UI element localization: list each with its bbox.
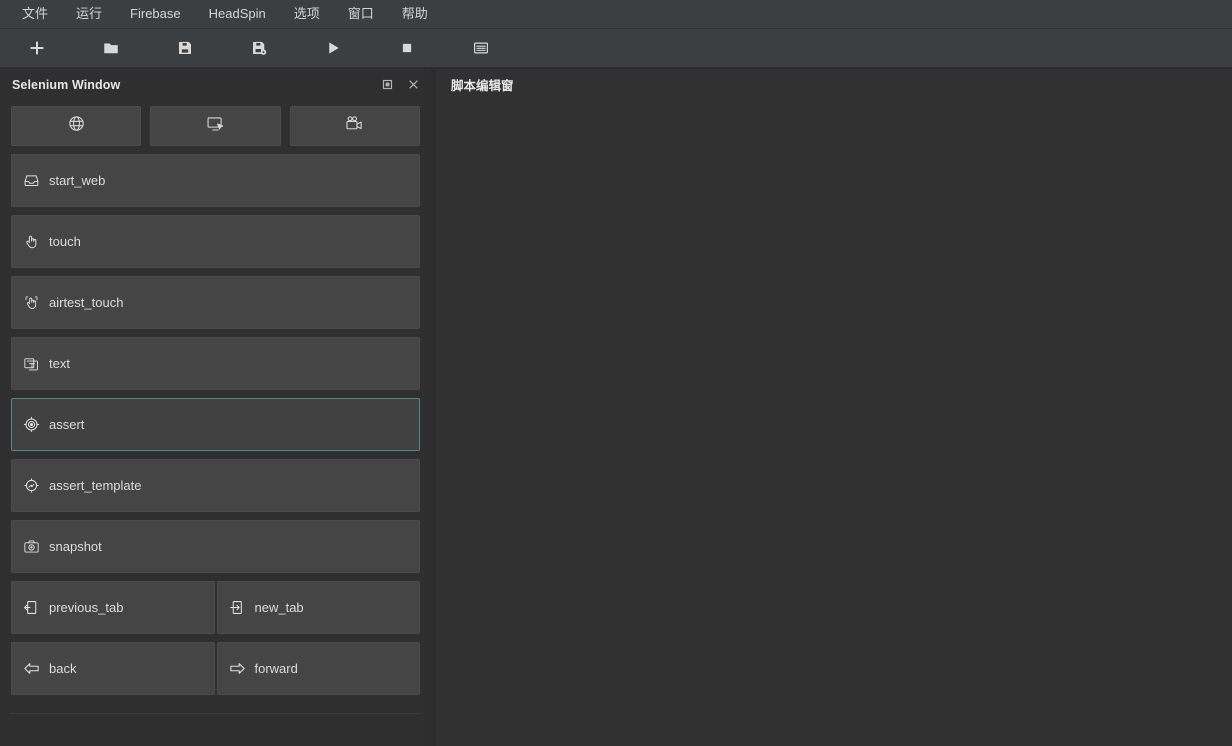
main-toolbar bbox=[0, 29, 1232, 68]
action-assert[interactable]: assert bbox=[11, 398, 420, 451]
action-row: assert bbox=[11, 398, 420, 451]
script-editor-title: 脚本编辑窗 bbox=[451, 75, 514, 94]
folder-open-icon bbox=[102, 39, 120, 57]
action-row: airtest_touch bbox=[11, 276, 420, 329]
globe-icon bbox=[67, 114, 86, 138]
selenium-window-panel: Selenium Window start_webtouch airtest_to… bbox=[0, 69, 431, 746]
action-touch[interactable]: touch bbox=[11, 215, 420, 268]
menu-window[interactable]: 窗口 bbox=[334, 2, 388, 26]
action-label: back bbox=[49, 661, 76, 676]
tab-web[interactable] bbox=[11, 106, 141, 146]
menu-firebase[interactable]: Firebase bbox=[116, 2, 195, 26]
menu-help[interactable]: 帮助 bbox=[388, 2, 442, 26]
hand-touch-icon bbox=[23, 233, 40, 250]
play-icon bbox=[324, 39, 342, 57]
action-label: start_web bbox=[49, 173, 105, 188]
save-script-button[interactable] bbox=[162, 33, 208, 63]
tab-screen[interactable] bbox=[150, 106, 280, 146]
log-panel-button[interactable] bbox=[458, 33, 504, 63]
save-icon bbox=[176, 39, 194, 57]
action-row: back forward bbox=[11, 642, 420, 695]
action-row: touch bbox=[11, 215, 420, 268]
arrow-left-icon bbox=[23, 660, 40, 677]
action-row: start_web bbox=[11, 154, 420, 207]
action-label: assert_template bbox=[49, 478, 142, 493]
script-editor-canvas[interactable] bbox=[436, 100, 1232, 746]
action-previous-tab[interactable]: previous_tab bbox=[11, 581, 215, 634]
action-label: touch bbox=[49, 234, 81, 249]
log-list-icon bbox=[472, 39, 490, 57]
action-label: assert bbox=[49, 417, 84, 432]
arrow-right-icon bbox=[229, 660, 246, 677]
workspace: Selenium Window start_webtouch airtest_to… bbox=[0, 69, 1232, 746]
action-new-tab[interactable]: new_tab bbox=[217, 581, 421, 634]
action-label: previous_tab bbox=[49, 600, 123, 615]
close-icon[interactable] bbox=[403, 75, 423, 95]
selenium-action-list: start_webtouch airtest_touchtext assert ass… bbox=[0, 154, 431, 695]
new-script-button[interactable] bbox=[14, 33, 60, 63]
action-row: assert_template bbox=[11, 459, 420, 512]
action-forward[interactable]: forward bbox=[217, 642, 421, 695]
action-row: previous_tab new_tab bbox=[11, 581, 420, 634]
save-as-script-button[interactable] bbox=[236, 33, 282, 63]
action-label: airtest_touch bbox=[49, 295, 123, 310]
action-row: snapshot bbox=[11, 520, 420, 573]
selenium-panel-title: Selenium Window bbox=[12, 78, 371, 92]
open-script-button[interactable] bbox=[88, 33, 134, 63]
stop-script-button[interactable] bbox=[384, 33, 430, 63]
template-target-icon bbox=[23, 477, 40, 494]
action-snapshot[interactable]: snapshot bbox=[11, 520, 420, 573]
prev-tab-icon bbox=[23, 599, 40, 616]
new-tab-icon bbox=[229, 599, 246, 616]
script-editor-titlebar: 脚本编辑窗 bbox=[436, 69, 1232, 100]
action-label: snapshot bbox=[49, 539, 102, 554]
selenium-panel-titlebar: Selenium Window bbox=[0, 69, 431, 100]
script-editor-panel: 脚本编辑窗 bbox=[436, 69, 1232, 746]
action-row: text bbox=[11, 337, 420, 390]
action-label: forward bbox=[255, 661, 298, 676]
action-text[interactable]: text bbox=[11, 337, 420, 390]
selenium-tabs bbox=[0, 106, 431, 146]
menu-bar: 文件运行FirebaseHeadSpin选项窗口帮助 bbox=[0, 0, 1232, 29]
float-window-icon[interactable] bbox=[377, 75, 397, 95]
stop-icon bbox=[398, 39, 416, 57]
text-window-icon bbox=[23, 355, 40, 372]
panel-bottom-divider bbox=[10, 713, 421, 714]
save-as-icon bbox=[250, 39, 268, 57]
inbox-icon bbox=[23, 172, 40, 189]
target-icon bbox=[23, 416, 40, 433]
action-airtest-touch[interactable]: airtest_touch bbox=[11, 276, 420, 329]
menu-headspin[interactable]: HeadSpin bbox=[195, 2, 280, 26]
monitor-cursor-icon bbox=[206, 114, 225, 138]
run-script-button[interactable] bbox=[310, 33, 356, 63]
plus-icon bbox=[28, 39, 46, 57]
action-back[interactable]: back bbox=[11, 642, 215, 695]
hand-crop-icon bbox=[23, 294, 40, 311]
action-label: text bbox=[49, 356, 70, 371]
tab-record[interactable] bbox=[290, 106, 420, 146]
camera-icon bbox=[23, 538, 40, 555]
video-camera-icon bbox=[345, 114, 364, 138]
action-start-web[interactable]: start_web bbox=[11, 154, 420, 207]
menu-options[interactable]: 选项 bbox=[280, 2, 334, 26]
action-assert-template[interactable]: assert_template bbox=[11, 459, 420, 512]
menu-file[interactable]: 文件 bbox=[8, 2, 62, 26]
menu-run[interactable]: 运行 bbox=[62, 2, 116, 26]
action-label: new_tab bbox=[255, 600, 304, 615]
